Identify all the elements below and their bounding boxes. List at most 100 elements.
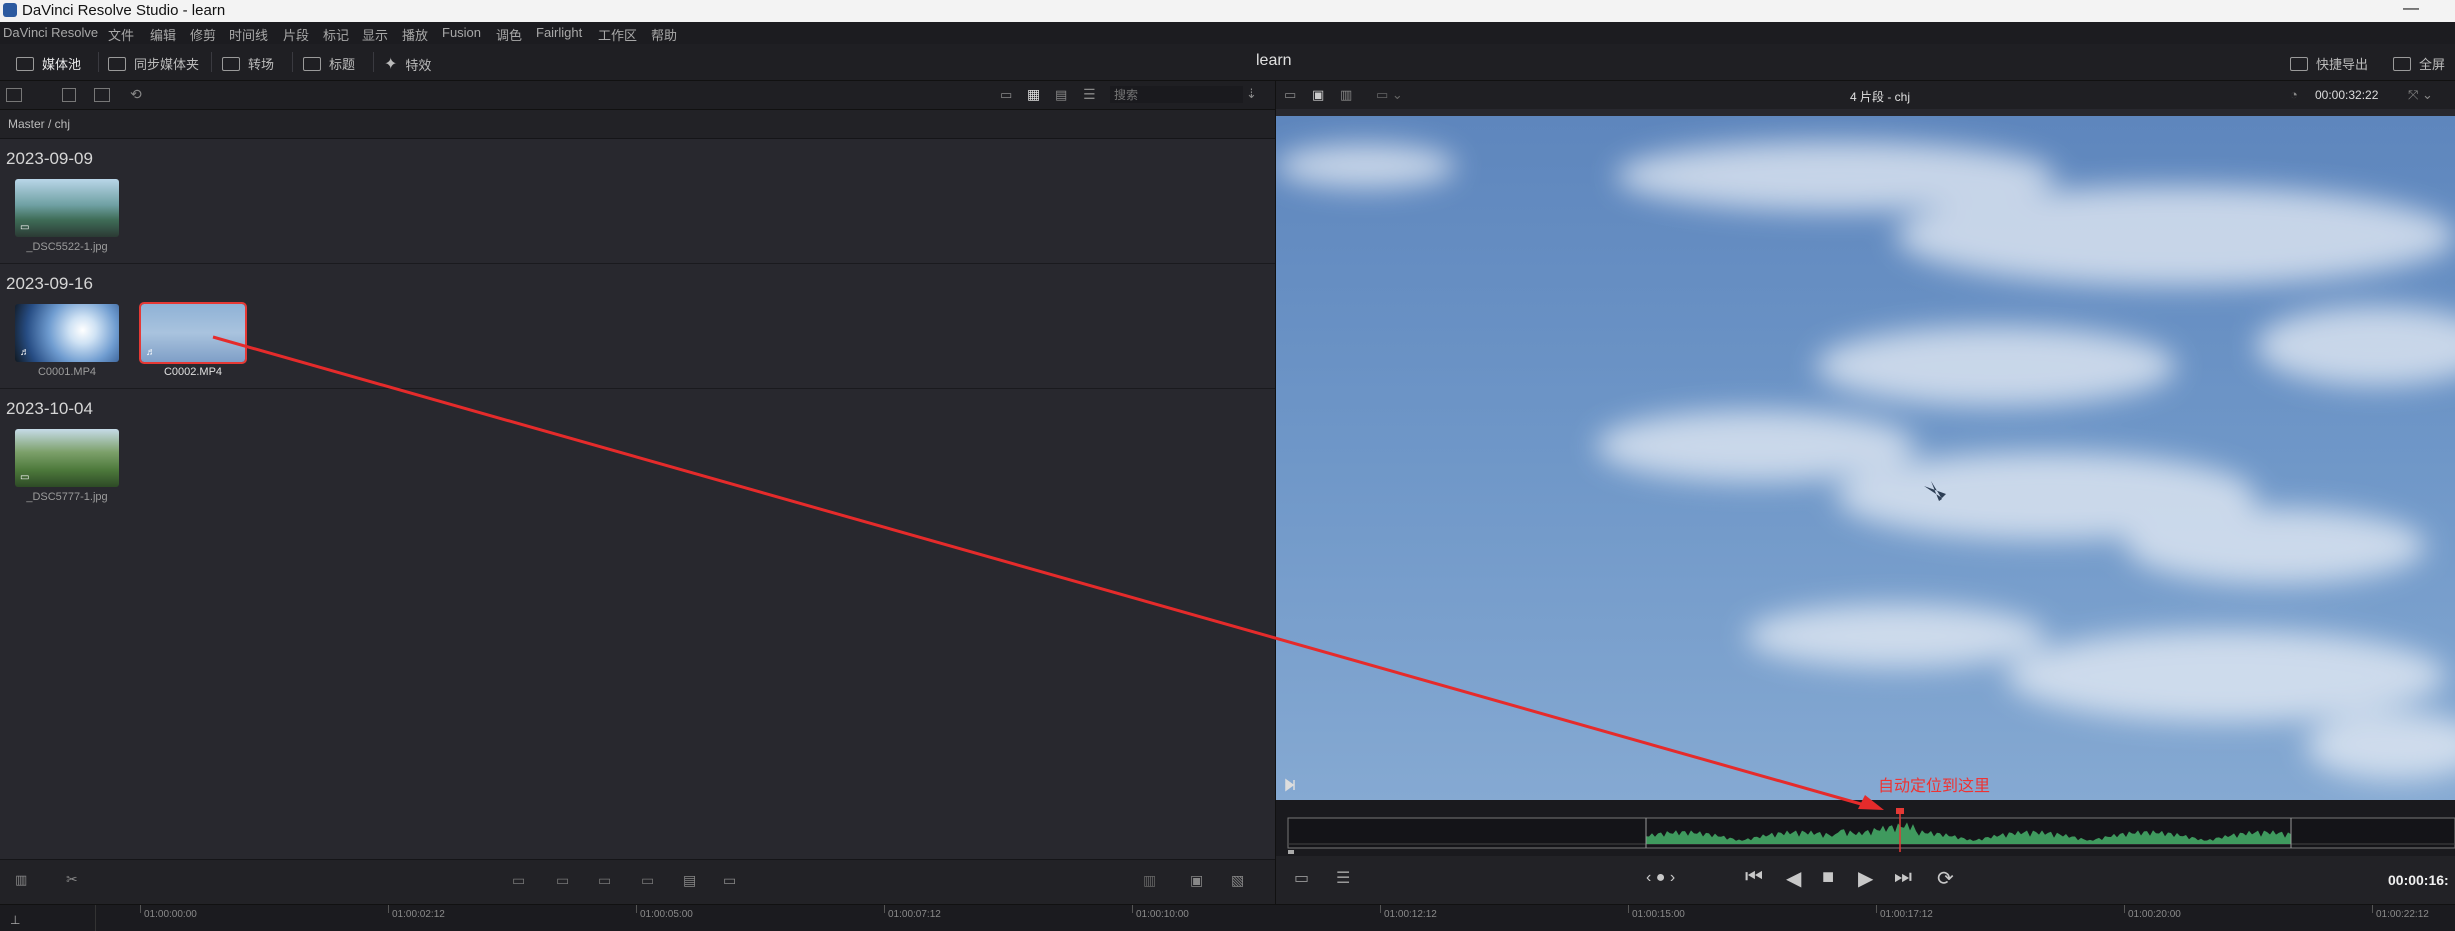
thumbnail-view-icon[interactable]: ▦ — [1027, 86, 1040, 103]
transitions-toggle[interactable]: 转场 — [222, 54, 274, 73]
pool-bottom-toolbar: ▥ ✂ ▭ ▭ ▭ ▭ ▤ ▭ ▥ ▣ ▧ — [0, 859, 1275, 905]
sort-icon[interactable]: ⇣ — [1246, 86, 1257, 102]
sync-bin-icon — [108, 56, 126, 71]
fullscreen-label: 全屏 — [2419, 57, 2446, 72]
menu-playback[interactable]: 播放 — [402, 25, 428, 44]
titles-toggle[interactable]: 标题 — [303, 54, 355, 73]
go-to-start-icon[interactable]: ⏮ — [1745, 866, 1763, 889]
group-date: 2023-09-16 — [6, 274, 93, 293]
menu-edit[interactable]: 编辑 — [150, 25, 176, 44]
new-smart-bin-icon[interactable] — [94, 88, 110, 102]
jog-wheel[interactable]: ‹ ● › — [1646, 869, 1675, 887]
menu-davinci[interactable]: DaVinci Resolve — [3, 25, 98, 40]
media-pool-toggle[interactable]: 媒体池 — [16, 54, 81, 73]
source-mode-icon[interactable]: ▭ — [1284, 87, 1296, 103]
viewer-options-icon[interactable]: ⤧ ⌄ — [2408, 87, 2433, 103]
media-pool: 2023-09-09 ▭ _DSC5522-1.jpg 2023-09-16 ♬… — [0, 139, 1275, 859]
clip-name: C0001.MP4 — [37, 366, 97, 378]
clip-thumbnail-selected[interactable]: ♬ C0002.MP4 — [139, 302, 247, 378]
stop-icon[interactable]: ■ — [1822, 866, 1834, 889]
track-toolbar-icon[interactable]: ⊥ — [10, 913, 20, 927]
clip-scrubber[interactable]: 自动定位到这里 — [1276, 778, 2455, 856]
window-titlebar: DaVinci Resolve Studio - learn — — [0, 0, 2455, 22]
toolbar-divider — [373, 52, 374, 72]
ruler-tick-label: 01:00:12:12 — [1384, 909, 1437, 920]
custom-zoom-icon[interactable]: ▣ — [1190, 872, 1203, 889]
loop-icon[interactable]: ⟳ — [1937, 866, 1954, 891]
menu-trim[interactable]: 修剪 — [190, 25, 216, 44]
source-overwrite-icon[interactable]: ▭ — [723, 872, 736, 889]
menu-timeline[interactable]: 时间线 — [229, 25, 268, 44]
close-up-icon[interactable]: ▭ — [641, 872, 654, 889]
audio-icon: ♬ — [146, 347, 156, 358]
sync-bin-toggle[interactable]: 同步媒体夹 — [108, 54, 199, 73]
toolbar-divider — [292, 52, 293, 72]
bin-path[interactable]: Master / chj — [8, 117, 70, 131]
settings-sliders-icon[interactable]: ☰ — [1336, 868, 1350, 888]
search-input[interactable] — [1110, 86, 1243, 103]
toolbar-divider — [211, 52, 212, 72]
clip-name: _DSC5777-1.jpg — [26, 491, 108, 503]
menu-view[interactable]: 显示 — [362, 25, 388, 44]
menu-fusion[interactable]: Fusion — [442, 25, 481, 40]
quick-export-label: 快捷导出 — [2316, 57, 2369, 72]
audio-meter-icon[interactable]: ▥ — [15, 872, 27, 888]
clip-thumbnail[interactable]: ♬ C0001.MP4 — [15, 304, 119, 378]
timeline-ruler[interactable]: ⊥ 01:00:00:00 01:00:02:12 01:00:05:00 01:00… — [0, 904, 2455, 931]
menu-clip[interactable]: 片段 — [283, 25, 309, 44]
effects-label: 特效 — [405, 57, 432, 73]
play-reverse-icon[interactable]: ◀ — [1786, 866, 1801, 891]
aspect-dropdown-icon[interactable]: ▭ ⌄ — [1376, 87, 1403, 103]
list-view-icon[interactable]: ☰ — [1083, 86, 1096, 103]
clip-mode-icon[interactable]: ▣ — [1312, 87, 1324, 103]
menu-workspace[interactable]: 工作区 — [598, 25, 637, 44]
davinci-app-icon — [3, 3, 17, 17]
ruler-tick-label: 01:00:07:12 — [888, 909, 941, 920]
new-bin-icon[interactable] — [62, 88, 76, 102]
clip-thumbnail[interactable]: ▭ _DSC5777-1.jpg — [15, 429, 119, 503]
menu-file[interactable]: 文件 — [108, 25, 134, 44]
clip-preview: ▭ — [15, 429, 119, 487]
transport-controls: ▭ ☰ ‹ ● › ⏮ ◀ ■ ▶ ⏭ ⟳ 00:00:16: — [1276, 856, 2455, 904]
menu-help[interactable]: 帮助 — [651, 25, 677, 44]
menu-color[interactable]: 调色 — [496, 25, 522, 44]
duration-icon: ◔ — [2290, 87, 2298, 102]
magic-wand-icon: ✦ — [384, 56, 398, 73]
clip-group: 2023-10-04 ▭ _DSC5777-1.jpg — [0, 389, 1275, 513]
export-icon — [2290, 56, 2308, 71]
minimize-button[interactable]: — — [2401, 0, 2421, 18]
menu-fairlight[interactable]: Fairlight — [536, 25, 582, 40]
ruler-tick-label: 01:00:17:12 — [1880, 909, 1933, 920]
ruler-divider — [95, 905, 96, 931]
toolbar-divider — [98, 52, 99, 72]
sidebar-toggle-icon[interactable] — [6, 88, 22, 102]
place-on-top-icon[interactable]: ▤ — [683, 872, 696, 889]
append-icon[interactable]: ▭ — [556, 872, 569, 889]
play-icon[interactable]: ▶ — [1858, 866, 1873, 891]
metadata-view-icon[interactable]: ▭ — [1000, 87, 1012, 103]
match-frame-icon[interactable]: ▭ — [1294, 868, 1309, 888]
smart-insert-icon[interactable]: ▭ — [512, 872, 525, 889]
go-to-end-icon[interactable]: ⏭ — [1894, 866, 1912, 889]
media-pool-icon — [16, 56, 34, 71]
filmstrip-view-icon[interactable]: ▤ — [1055, 87, 1067, 103]
detail-zoom-icon[interactable]: ▧ — [1231, 872, 1244, 889]
media-pool-toolbar: ⟲ ▭ ▦ ▤ ☰ ⇣ — [0, 81, 1275, 110]
ripple-overwrite-icon[interactable]: ▭ — [598, 872, 611, 889]
cut-icon[interactable]: ✂ — [66, 871, 78, 888]
transitions-icon — [222, 56, 240, 71]
clip-duration: 00:00:32:22 — [2315, 88, 2379, 102]
fullscreen-button[interactable]: 全屏 — [2393, 54, 2445, 73]
clip-preview: ▭ — [15, 179, 119, 237]
image-icon: ▭ — [20, 472, 30, 483]
audio-waveform — [1287, 808, 2455, 854]
timeline-mode-icon[interactable]: ▥ — [1340, 87, 1352, 103]
titles-icon — [303, 56, 321, 71]
quick-export-button[interactable]: 快捷导出 — [2290, 54, 2368, 73]
menu-mark[interactable]: 标记 — [323, 25, 349, 44]
effects-toggle[interactable]: ✦ 特效 — [384, 54, 431, 74]
group-date: 2023-10-04 — [6, 399, 93, 418]
zoom-timeline-icon[interactable]: ▥ — [1143, 872, 1156, 889]
clip-thumbnail[interactable]: ▭ _DSC5522-1.jpg — [15, 179, 119, 253]
relink-icon[interactable]: ⟲ — [130, 86, 142, 103]
